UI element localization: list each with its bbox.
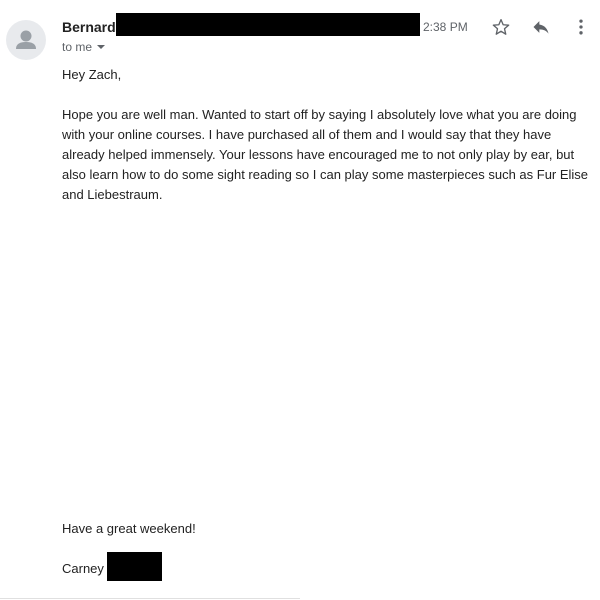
- sender-avatar: [6, 20, 46, 60]
- message-closing: Have a great weekend!: [62, 521, 196, 536]
- message-time: 2:38 PM: [423, 20, 468, 34]
- recipient-label: to me: [62, 40, 93, 54]
- star-icon: [492, 19, 510, 35]
- sender-name[interactable]: Bernard,: [62, 19, 120, 35]
- more-options-button[interactable]: [569, 15, 593, 39]
- message-paragraph: Hope you are well man. Wanted to start o…: [62, 107, 589, 202]
- redacted-signature-surname: [107, 552, 162, 581]
- reply-button[interactable]: [529, 15, 553, 39]
- star-button[interactable]: [489, 15, 513, 39]
- message-signature: Carney: [62, 561, 104, 576]
- recipient-dropdown[interactable]: to me: [62, 40, 106, 54]
- caret-down-icon: [97, 45, 106, 49]
- more-vert-icon: [579, 19, 583, 35]
- person-icon: [16, 30, 36, 49]
- bottom-divider: [0, 598, 300, 599]
- reply-icon: [533, 21, 549, 34]
- message-greeting: Hey Zach,: [62, 67, 122, 82]
- redacted-sender-details: [116, 13, 420, 36]
